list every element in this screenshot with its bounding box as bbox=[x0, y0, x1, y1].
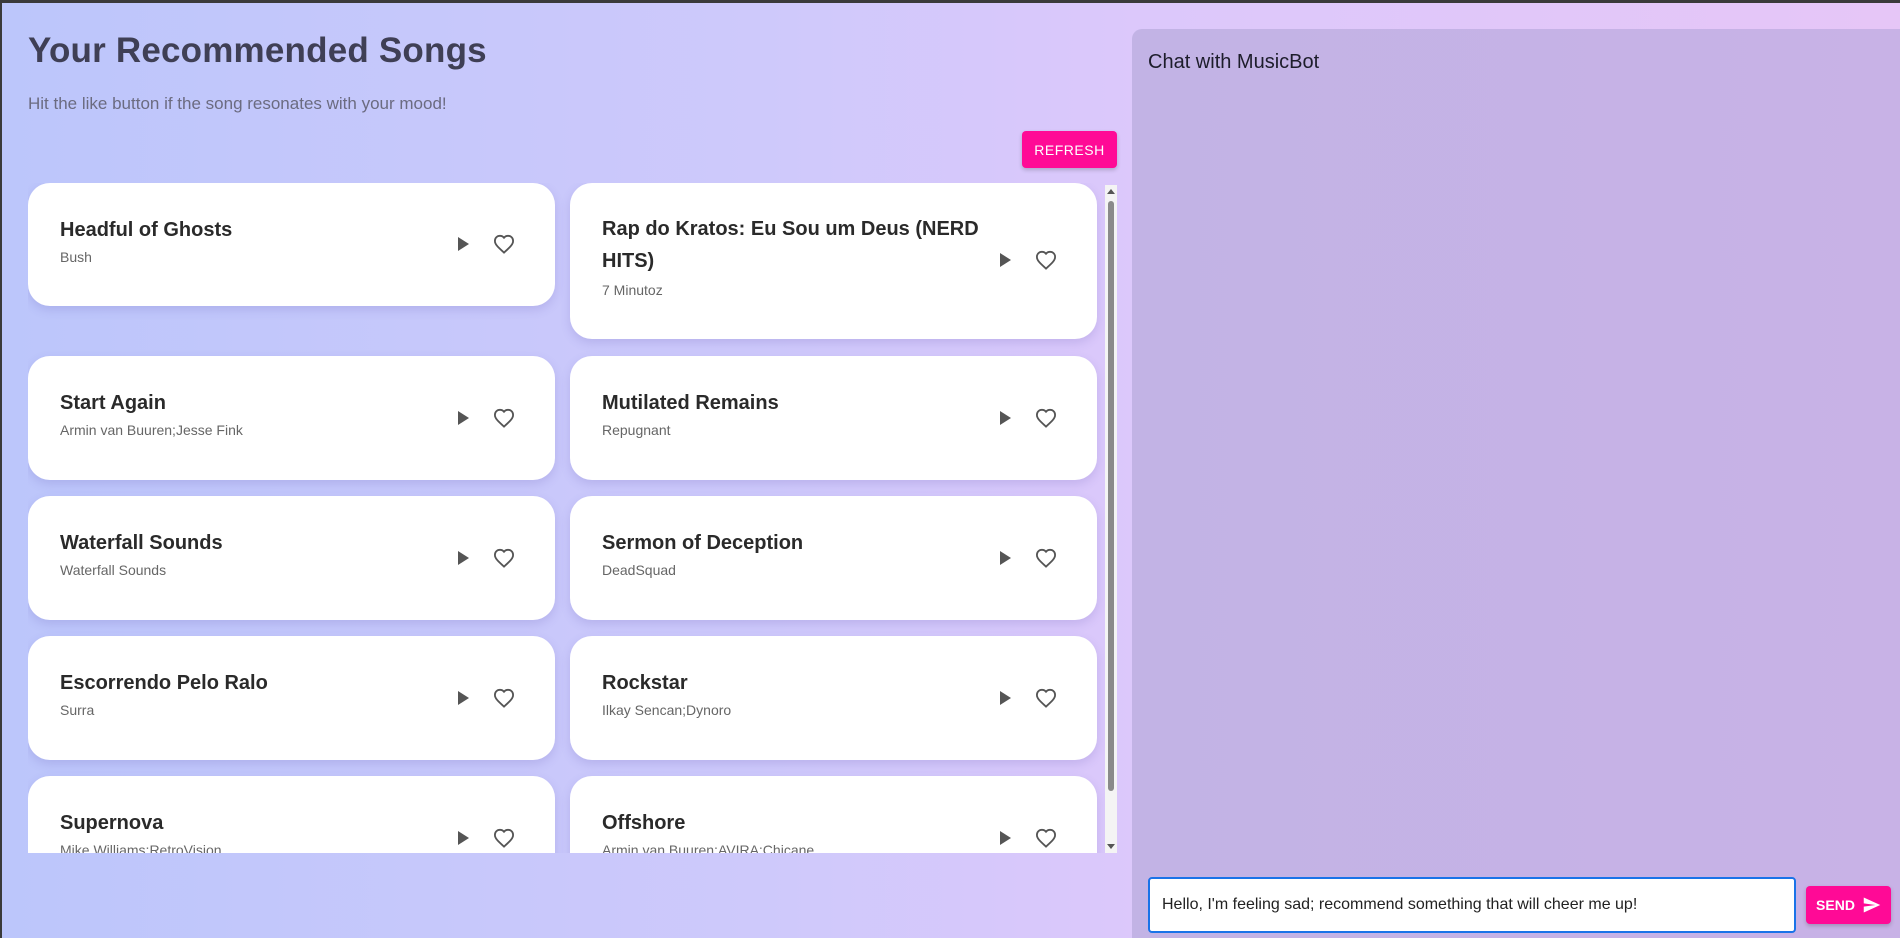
song-card: Rockstar Ilkay Sencan;Dynoro bbox=[570, 636, 1097, 760]
like-button[interactable] bbox=[1033, 685, 1059, 711]
like-button[interactable] bbox=[1033, 247, 1059, 273]
send-icon bbox=[1863, 897, 1881, 913]
play-icon bbox=[458, 551, 469, 565]
play-button[interactable] bbox=[995, 408, 1015, 428]
song-artist: Ilkay Sencan;Dynoro bbox=[602, 702, 732, 718]
song-title: Offshore bbox=[602, 812, 686, 834]
song-list-scrollbar[interactable] bbox=[1105, 185, 1117, 853]
play-icon bbox=[458, 411, 469, 425]
chat-message-input[interactable] bbox=[1148, 877, 1796, 933]
heart-outline-icon bbox=[1035, 408, 1057, 428]
song-card: Rap do Kratos: Eu Sou um Deus (NERD HITS… bbox=[570, 183, 1097, 339]
play-icon bbox=[458, 831, 469, 845]
like-button[interactable] bbox=[1033, 545, 1059, 571]
song-artist: Surra bbox=[60, 702, 95, 718]
heart-outline-icon bbox=[1035, 548, 1057, 568]
song-title: Supernova bbox=[60, 812, 164, 834]
song-card: Escorrendo Pelo Ralo Surra bbox=[28, 636, 555, 760]
song-title: Sermon of Deception bbox=[602, 532, 804, 554]
refresh-button[interactable]: REFRESH bbox=[1022, 131, 1117, 168]
song-card: Sermon of Deception DeadSquad bbox=[570, 496, 1097, 620]
play-button[interactable] bbox=[453, 548, 473, 568]
play-icon bbox=[458, 237, 469, 251]
heart-outline-icon bbox=[493, 408, 515, 428]
like-button[interactable] bbox=[1033, 405, 1059, 431]
app-page: Your Recommended Songs Hit the like butt… bbox=[2, 3, 1900, 938]
song-card: Supernova Mike Williams;RetroVision bbox=[28, 776, 555, 853]
song-title: Mutilated Remains bbox=[602, 392, 779, 414]
page-subtitle: Hit the like button if the song resonate… bbox=[28, 94, 447, 113]
song-card: Waterfall Sounds Waterfall Sounds bbox=[28, 496, 555, 620]
song-card: Headful of Ghosts Bush bbox=[28, 183, 555, 306]
play-button[interactable] bbox=[995, 828, 1015, 848]
like-button[interactable] bbox=[491, 231, 517, 257]
heart-outline-icon bbox=[1035, 250, 1057, 270]
heart-outline-icon bbox=[493, 688, 515, 708]
song-list: Headful of Ghosts Bush Rap do Kratos: Eu… bbox=[28, 183, 1120, 853]
play-button[interactable] bbox=[995, 548, 1015, 568]
song-artist: Armin van Buuren;AVIRA;Chicane bbox=[602, 842, 815, 853]
heart-outline-icon bbox=[1035, 688, 1057, 708]
chat-panel: Chat with MusicBot SEND bbox=[1132, 29, 1900, 938]
play-icon bbox=[1000, 551, 1011, 565]
heart-outline-icon bbox=[493, 828, 515, 848]
play-button[interactable] bbox=[995, 688, 1015, 708]
song-title: Rockstar bbox=[602, 672, 688, 694]
scrollbar-thumb[interactable] bbox=[1108, 201, 1114, 791]
page-title: Your Recommended Songs bbox=[28, 31, 487, 70]
scroll-up-arrow-icon[interactable] bbox=[1107, 189, 1115, 194]
play-button[interactable] bbox=[453, 828, 473, 848]
play-icon bbox=[1000, 691, 1011, 705]
song-card: Mutilated Remains Repugnant bbox=[570, 356, 1097, 480]
play-icon bbox=[1000, 411, 1011, 425]
song-title: Rap do Kratos: Eu Sou um Deus (NERD HITS… bbox=[602, 218, 979, 272]
song-title: Escorrendo Pelo Ralo bbox=[60, 672, 268, 694]
song-card: Start Again Armin van Buuren;Jesse Fink bbox=[28, 356, 555, 480]
song-artist: 7 Minutoz bbox=[602, 282, 663, 298]
song-title: Headful of Ghosts bbox=[60, 219, 233, 241]
like-button[interactable] bbox=[1033, 825, 1059, 851]
play-icon bbox=[1000, 831, 1011, 845]
send-button[interactable]: SEND bbox=[1806, 886, 1891, 924]
like-button[interactable] bbox=[491, 405, 517, 431]
song-artist: DeadSquad bbox=[602, 562, 676, 578]
heart-outline-icon bbox=[493, 234, 515, 254]
like-button[interactable] bbox=[491, 825, 517, 851]
play-button[interactable] bbox=[453, 234, 473, 254]
song-card: Offshore Armin van Buuren;AVIRA;Chicane bbox=[570, 776, 1097, 853]
song-artist: Bush bbox=[60, 249, 92, 265]
heart-outline-icon bbox=[1035, 828, 1057, 848]
play-icon bbox=[458, 691, 469, 705]
play-button[interactable] bbox=[995, 250, 1015, 270]
play-icon bbox=[1000, 253, 1011, 267]
heart-outline-icon bbox=[493, 548, 515, 568]
like-button[interactable] bbox=[491, 685, 517, 711]
like-button[interactable] bbox=[491, 545, 517, 571]
song-artist: Mike Williams;RetroVision bbox=[60, 842, 222, 853]
scroll-down-arrow-icon[interactable] bbox=[1107, 844, 1115, 849]
play-button[interactable] bbox=[453, 688, 473, 708]
song-title: Waterfall Sounds bbox=[60, 532, 223, 554]
song-artist: Waterfall Sounds bbox=[60, 562, 167, 578]
song-artist: Repugnant bbox=[602, 422, 671, 438]
song-artist: Armin van Buuren;Jesse Fink bbox=[60, 422, 243, 438]
song-title: Start Again bbox=[60, 392, 166, 414]
send-button-label: SEND bbox=[1816, 897, 1855, 913]
chat-title: Chat with MusicBot bbox=[1148, 51, 1320, 73]
play-button[interactable] bbox=[453, 408, 473, 428]
